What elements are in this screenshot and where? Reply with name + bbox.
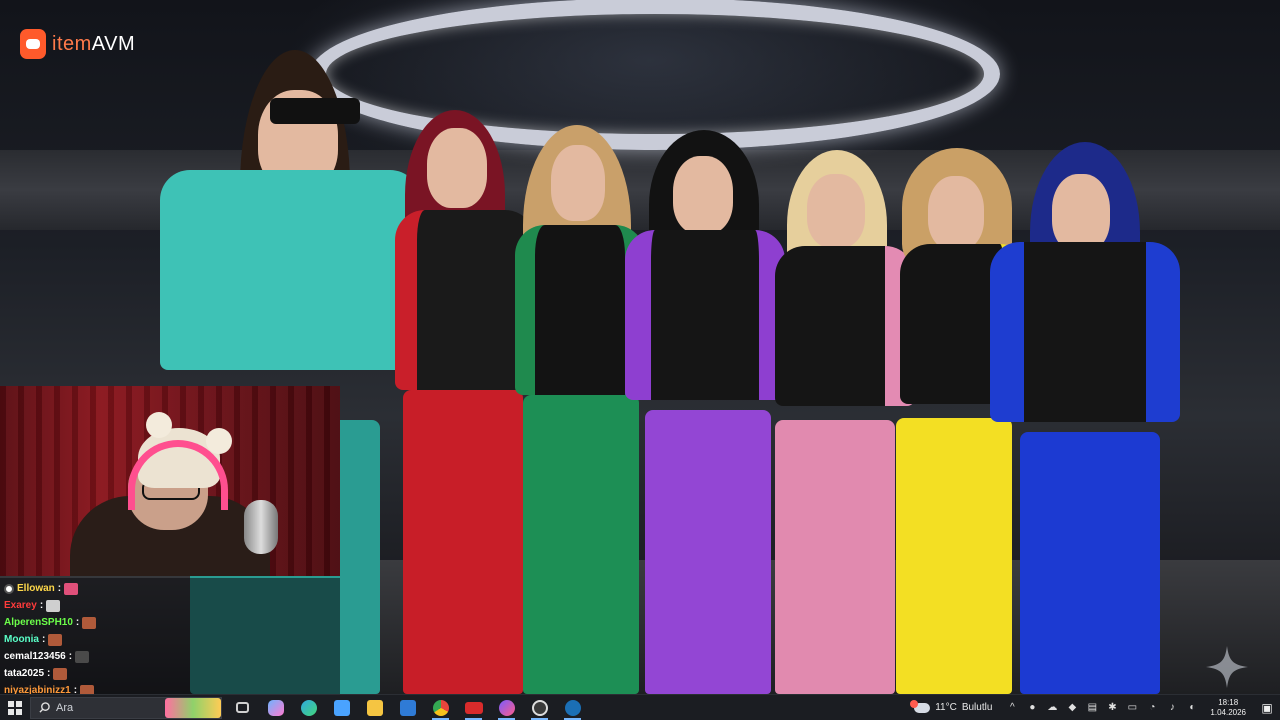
voice-meeter-button[interactable] xyxy=(457,695,490,720)
taskbar-pinned-apps xyxy=(226,695,589,720)
volume-icon[interactable]: ♪ xyxy=(1165,702,1179,714)
search-placeholder: Ara xyxy=(56,701,74,714)
task-view-icon xyxy=(236,702,249,713)
emote-icon xyxy=(64,582,79,595)
weather-temperature: 11°C xyxy=(935,702,957,713)
figure-red xyxy=(395,110,535,694)
steam-button[interactable] xyxy=(556,695,589,720)
edge-icon xyxy=(300,699,317,716)
weather-cloud-icon xyxy=(910,699,931,713)
clock-time: 18:18 xyxy=(1218,697,1239,707)
outlook-icon xyxy=(399,699,416,716)
emote-icon xyxy=(82,616,97,629)
search-icon xyxy=(39,702,50,713)
clock[interactable]: 18:18 1.04.2026 xyxy=(1202,698,1254,718)
beanie-pom-left xyxy=(146,412,172,438)
taskbar: Ara 11°C Bulutlu ^ ● ☁ ◆ ▤ ✱ ▭ ◔ ♪ ◐ 18:… xyxy=(0,694,1280,720)
beanie-pom-right xyxy=(206,428,232,454)
store-icon xyxy=(333,699,350,716)
notifications-icon[interactable]: ▣ xyxy=(1254,701,1280,715)
emote-icon xyxy=(46,599,61,612)
bluetooth-tray-icon[interactable]: ✱ xyxy=(1105,702,1119,714)
figure-blue xyxy=(990,142,1180,694)
messenger-icon xyxy=(498,699,515,716)
logo-text: itemAVM xyxy=(52,32,136,55)
chat-message: Ellowan : xyxy=(4,580,336,597)
chat-message: Exarey : xyxy=(4,597,336,614)
figure-purple xyxy=(625,130,785,694)
chat-message: tata2025 : xyxy=(4,665,336,682)
outlook-button[interactable] xyxy=(391,695,424,720)
obs-icon xyxy=(531,699,548,716)
file-explorer-button[interactable] xyxy=(358,695,391,720)
store-button[interactable] xyxy=(325,695,358,720)
windows-icon xyxy=(8,700,22,715)
chevron-up-icon[interactable]: ^ xyxy=(1005,702,1019,714)
chrome-button[interactable] xyxy=(424,695,457,720)
chat-message: Moonia : xyxy=(4,631,336,648)
microphone xyxy=(244,500,278,554)
copilot-icon xyxy=(267,699,284,716)
language-icon[interactable]: ◐ xyxy=(1185,702,1199,714)
steam-icon xyxy=(564,699,581,716)
messenger-button[interactable] xyxy=(490,695,523,720)
system-tray: 11°C Bulutlu ^ ● ☁ ◆ ▤ ✱ ▭ ◔ ♪ ◐ 18:18 1… xyxy=(904,695,1280,720)
chat-message: AlperenSPH10 : xyxy=(4,614,336,631)
taskbar-search[interactable]: Ara xyxy=(30,696,222,719)
file-explorer-icon xyxy=(366,699,383,716)
steam-tray-icon[interactable]: ● xyxy=(1025,702,1039,714)
start-button[interactable] xyxy=(0,695,30,720)
itemavm-logo: itemAVM xyxy=(20,28,135,60)
emote-icon xyxy=(53,667,68,680)
weather-condition: Bulutlu xyxy=(961,702,993,713)
search-highlight-image xyxy=(165,697,221,718)
cloud-tray-icon[interactable]: ☁ xyxy=(1045,702,1059,714)
emote-icon xyxy=(48,633,63,646)
edge-button[interactable] xyxy=(292,695,325,720)
badge-icon xyxy=(4,583,14,594)
display-tray-icon[interactable]: ▭ xyxy=(1125,702,1139,714)
sparkle-icon xyxy=(1206,646,1248,688)
app-tray-icon[interactable]: ◆ xyxy=(1065,702,1079,714)
emote-icon xyxy=(75,650,90,663)
gamepad-bag-icon xyxy=(20,29,46,59)
obs-button[interactable] xyxy=(523,695,556,720)
voice-meeter-icon xyxy=(464,701,483,714)
chrome-icon xyxy=(432,699,449,716)
chat-message: cemal123456 : xyxy=(4,648,336,665)
chat-overlay: Ellowan : Exarey : AlperenSPH10 : Moonia… xyxy=(0,578,340,697)
weather-widget[interactable]: 11°C Bulutlu xyxy=(904,699,1002,713)
task-view-button[interactable] xyxy=(226,695,259,720)
clock-date: 1.04.2026 xyxy=(1210,707,1246,717)
wifi-icon[interactable]: ◔ xyxy=(1145,702,1159,714)
network-tray-icon[interactable]: ▤ xyxy=(1085,702,1099,714)
copilot-button[interactable] xyxy=(259,695,292,720)
